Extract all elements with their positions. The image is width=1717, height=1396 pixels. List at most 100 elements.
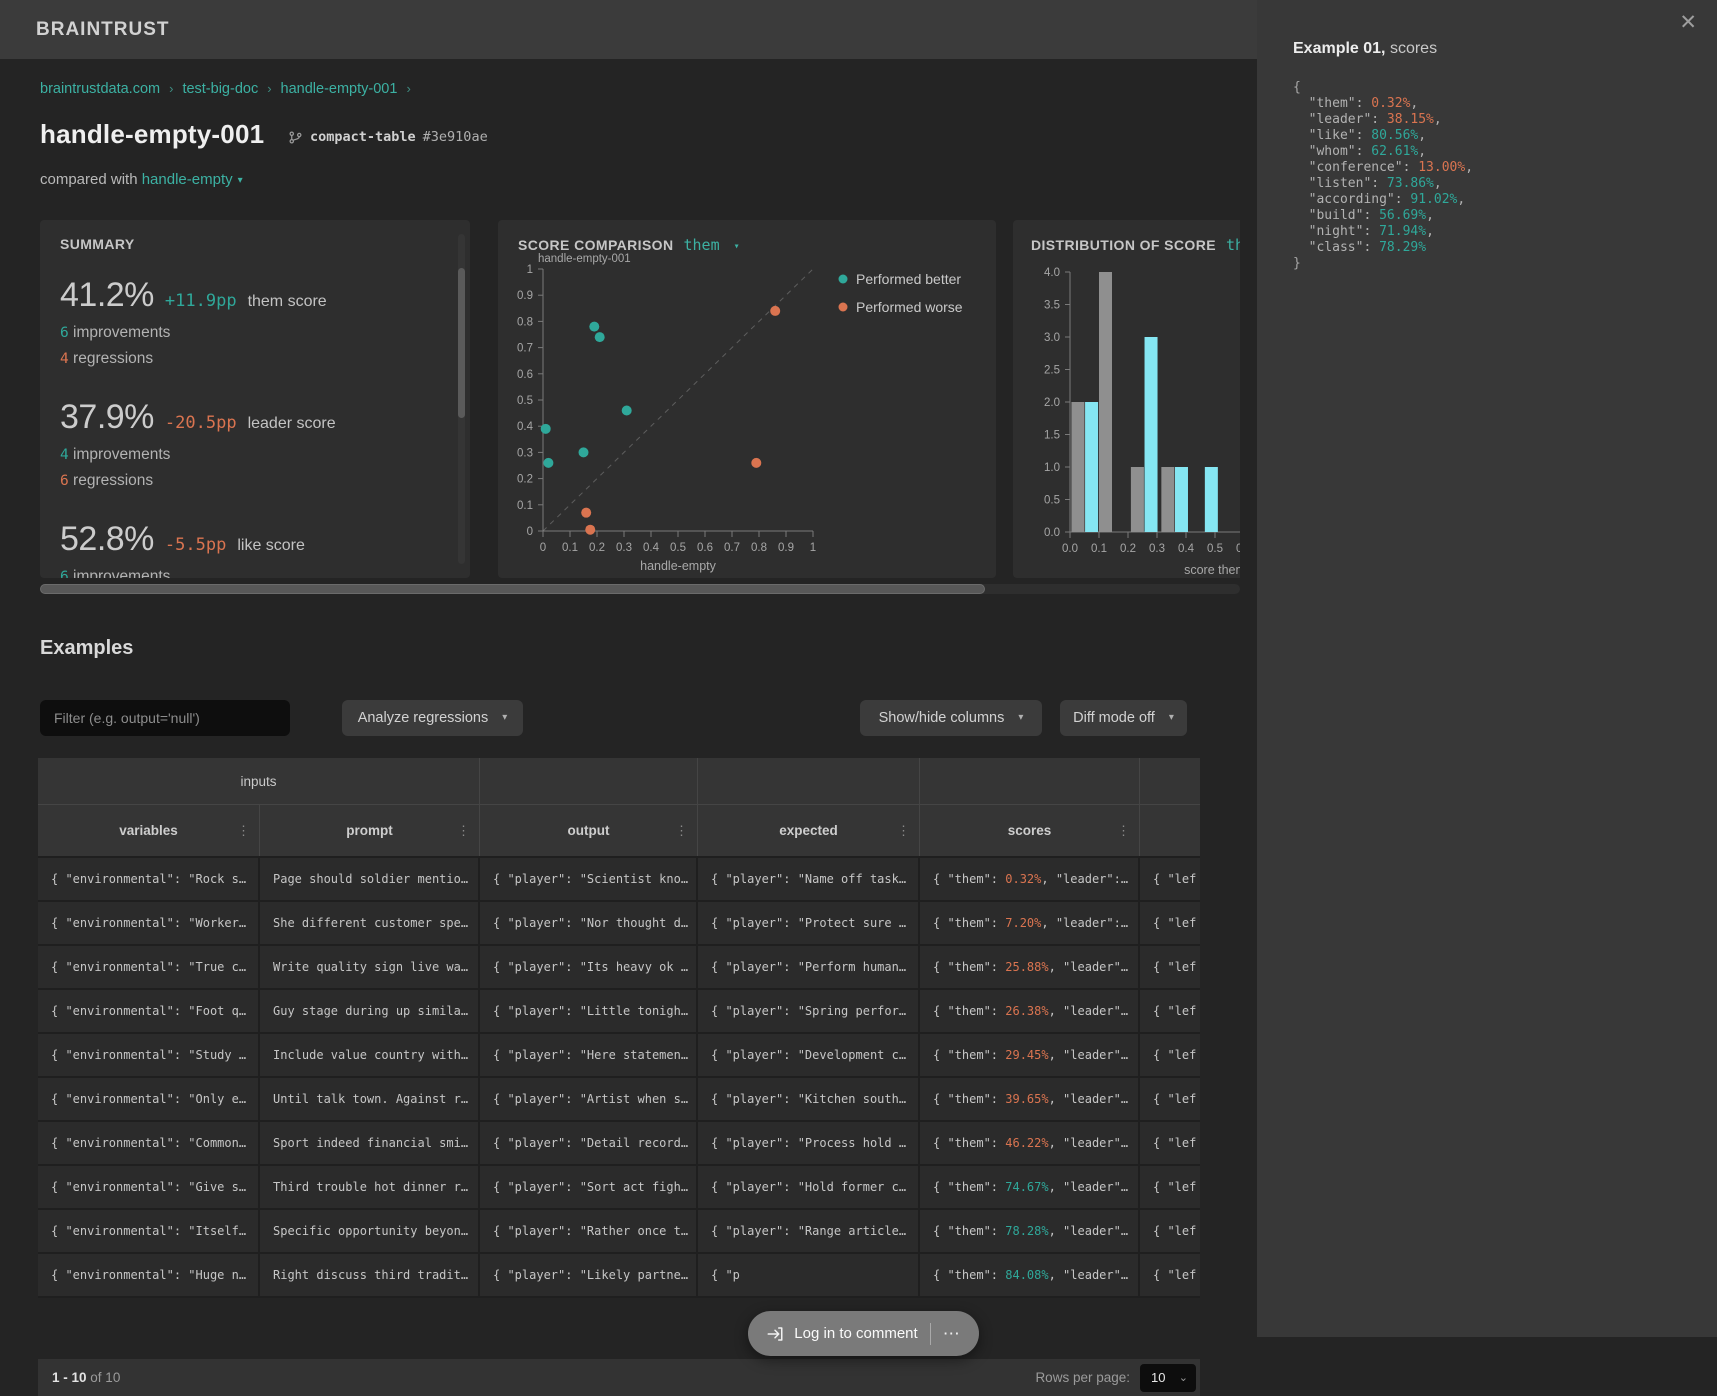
- column-header-expected[interactable]: expected⋮: [698, 805, 920, 856]
- cell-output[interactable]: { "player": "Its heavy ok …: [480, 946, 698, 988]
- column-menu-icon[interactable]: ⋮: [1117, 823, 1130, 839]
- cell-extra[interactable]: { "lef: [1140, 946, 1200, 988]
- cell-extra[interactable]: { "lef: [1140, 858, 1200, 900]
- cell-scores[interactable]: { "them": 26.38%, "leader"…: [920, 990, 1140, 1032]
- cell-scores[interactable]: { "them": 78.28%, "leader"…: [920, 1210, 1140, 1252]
- table-row[interactable]: { "environmental": "Foot q…Guy stage dur…: [38, 990, 1200, 1034]
- cell-output[interactable]: { "player": "Detail record…: [480, 1122, 698, 1164]
- cell-scores[interactable]: { "them": 29.45%, "leader"…: [920, 1034, 1140, 1076]
- cell-prompt[interactable]: Third trouble hot dinner r…: [260, 1166, 480, 1208]
- chevron-down-icon[interactable]: ▾: [238, 175, 243, 186]
- show-hide-columns-button[interactable]: Show/hide columns▾: [860, 700, 1042, 736]
- cell-variables[interactable]: { "environmental": "Huge n…: [38, 1254, 260, 1296]
- cell-output[interactable]: { "player": "Here statemen…: [480, 1034, 698, 1076]
- analyze-regressions-button[interactable]: Analyze regressions▾: [342, 700, 523, 736]
- cell-output[interactable]: { "player": "Sort act figh…: [480, 1166, 698, 1208]
- column-header-extra[interactable]: [1140, 805, 1200, 856]
- cell-extra[interactable]: { "lef: [1140, 1078, 1200, 1120]
- cell-output[interactable]: { "player": "Nor thought d…: [480, 902, 698, 944]
- cell-expected[interactable]: { "player": "Perform human…: [698, 946, 920, 988]
- table-row[interactable]: { "environmental": "Huge n…Right discuss…: [38, 1254, 1200, 1298]
- summary-scrollbar[interactable]: [458, 234, 465, 564]
- rows-per-page-select[interactable]: 10 ⌄: [1140, 1364, 1196, 1392]
- cell-extra[interactable]: { "lef: [1140, 1034, 1200, 1076]
- column-header-scores[interactable]: scores⋮: [920, 805, 1140, 856]
- cell-scores[interactable]: { "them": 46.22%, "leader"…: [920, 1122, 1140, 1164]
- cell-expected[interactable]: { "player": "Hold former c…: [698, 1166, 920, 1208]
- cell-scores[interactable]: { "them": 0.32%, "leader":…: [920, 858, 1140, 900]
- summary-scrollbar-thumb[interactable]: [458, 268, 465, 418]
- cell-extra[interactable]: { "lef: [1140, 1210, 1200, 1252]
- cell-expected[interactable]: { "player": "Development c…: [698, 1034, 920, 1076]
- cell-prompt[interactable]: Page should soldier mentio…: [260, 858, 480, 900]
- cell-expected[interactable]: { "player": "Kitchen south…: [698, 1078, 920, 1120]
- cell-prompt[interactable]: Sport indeed financial smi…: [260, 1122, 480, 1164]
- filter-input[interactable]: [40, 700, 290, 736]
- cell-scores[interactable]: { "them": 7.20%, "leader":…: [920, 902, 1140, 944]
- breadcrumb-link-org[interactable]: braintrustdata.com: [40, 81, 160, 97]
- cell-expected[interactable]: { "player": "Process hold …: [698, 1122, 920, 1164]
- column-header-output[interactable]: output⋮: [480, 805, 698, 856]
- cell-expected[interactable]: { "player": "Name off task…: [698, 858, 920, 900]
- cell-output[interactable]: { "player": "Little tonigh…: [480, 990, 698, 1032]
- cell-prompt[interactable]: Until talk town. Against r…: [260, 1078, 480, 1120]
- cell-prompt[interactable]: Guy stage during up simila…: [260, 990, 480, 1032]
- table-row[interactable]: { "environmental": "Itself…Specific oppo…: [38, 1210, 1200, 1254]
- cell-variables[interactable]: { "environmental": "Itself…: [38, 1210, 260, 1252]
- cell-variables[interactable]: { "environmental": "Give s…: [38, 1166, 260, 1208]
- cell-variables[interactable]: { "environmental": "Common…: [38, 1122, 260, 1164]
- table-row[interactable]: { "environmental": "Only e…Until talk to…: [38, 1078, 1200, 1122]
- cell-output[interactable]: { "player": "Artist when s…: [480, 1078, 698, 1120]
- cell-scores[interactable]: { "them": 25.88%, "leader"…: [920, 946, 1140, 988]
- column-menu-icon[interactable]: ⋮: [237, 823, 250, 839]
- cell-extra[interactable]: { "lef: [1140, 1122, 1200, 1164]
- table-row[interactable]: { "environmental": "Give s…Third trouble…: [38, 1166, 1200, 1210]
- cell-expected[interactable]: { "p: [698, 1254, 920, 1296]
- table-row[interactable]: { "environmental": "Worker…She different…: [38, 902, 1200, 946]
- cell-output[interactable]: { "player": "Scientist kno…: [480, 858, 698, 900]
- column-header-prompt[interactable]: prompt⋮: [260, 805, 480, 856]
- cell-variables[interactable]: { "environmental": "Only e…: [38, 1078, 260, 1120]
- cell-expected[interactable]: { "player": "Spring perfor…: [698, 990, 920, 1032]
- cell-variables[interactable]: { "environmental": "Study …: [38, 1034, 260, 1076]
- close-icon[interactable]: ✕: [1679, 12, 1697, 33]
- login-to-comment-button[interactable]: Log in to comment ⋯: [748, 1311, 979, 1356]
- diff-mode-button[interactable]: Diff mode off▾: [1060, 700, 1187, 736]
- svg-text:0.7: 0.7: [517, 343, 533, 355]
- cell-scores[interactable]: { "them": 39.65%, "leader"…: [920, 1078, 1140, 1120]
- breadcrumb-link-experiment[interactable]: handle-empty-001: [281, 81, 398, 97]
- charts-scrollbar-thumb[interactable]: [40, 584, 985, 594]
- svg-text:Performed worse: Performed worse: [856, 299, 963, 315]
- cell-scores[interactable]: { "them": 84.08%, "leader"…: [920, 1254, 1140, 1296]
- column-menu-icon[interactable]: ⋮: [675, 823, 688, 839]
- column-menu-icon[interactable]: ⋮: [897, 823, 910, 839]
- cell-prompt[interactable]: Right discuss third tradit…: [260, 1254, 480, 1296]
- compared-with-value[interactable]: handle-empty: [142, 171, 233, 188]
- charts-horizontal-scrollbar[interactable]: [40, 584, 1240, 594]
- table-row[interactable]: { "environmental": "True c…Write quality…: [38, 946, 1200, 990]
- table-row[interactable]: { "environmental": "Common…Sport indeed …: [38, 1122, 1200, 1166]
- cell-extra[interactable]: { "lef: [1140, 1166, 1200, 1208]
- cell-expected[interactable]: { "player": "Protect sure …: [698, 902, 920, 944]
- more-options-icon[interactable]: ⋯: [943, 1324, 961, 1344]
- cell-prompt[interactable]: Specific opportunity beyon…: [260, 1210, 480, 1252]
- column-menu-icon[interactable]: ⋮: [457, 823, 470, 839]
- cell-extra[interactable]: { "lef: [1140, 902, 1200, 944]
- cell-variables[interactable]: { "environmental": "Foot q…: [38, 990, 260, 1032]
- cell-prompt[interactable]: She different customer spe…: [260, 902, 480, 944]
- cell-extra[interactable]: { "lef: [1140, 990, 1200, 1032]
- cell-prompt[interactable]: Write quality sign live wa…: [260, 946, 480, 988]
- breadcrumb-link-project[interactable]: test-big-doc: [182, 81, 258, 97]
- cell-extra[interactable]: { "lef: [1140, 1254, 1200, 1296]
- cell-variables[interactable]: { "environmental": "Rock s…: [38, 858, 260, 900]
- cell-prompt[interactable]: Include value country with…: [260, 1034, 480, 1076]
- table-row[interactable]: { "environmental": "Study …Include value…: [38, 1034, 1200, 1078]
- cell-variables[interactable]: { "environmental": "Worker…: [38, 902, 260, 944]
- table-row[interactable]: { "environmental": "Rock s…Page should s…: [38, 858, 1200, 902]
- cell-output[interactable]: { "player": "Rather once t…: [480, 1210, 698, 1252]
- cell-variables[interactable]: { "environmental": "True c…: [38, 946, 260, 988]
- cell-expected[interactable]: { "player": "Range article…: [698, 1210, 920, 1252]
- column-header-variables[interactable]: variables⋮: [38, 805, 260, 856]
- cell-scores[interactable]: { "them": 74.67%, "leader"…: [920, 1166, 1140, 1208]
- cell-output[interactable]: { "player": "Likely partne…: [480, 1254, 698, 1296]
